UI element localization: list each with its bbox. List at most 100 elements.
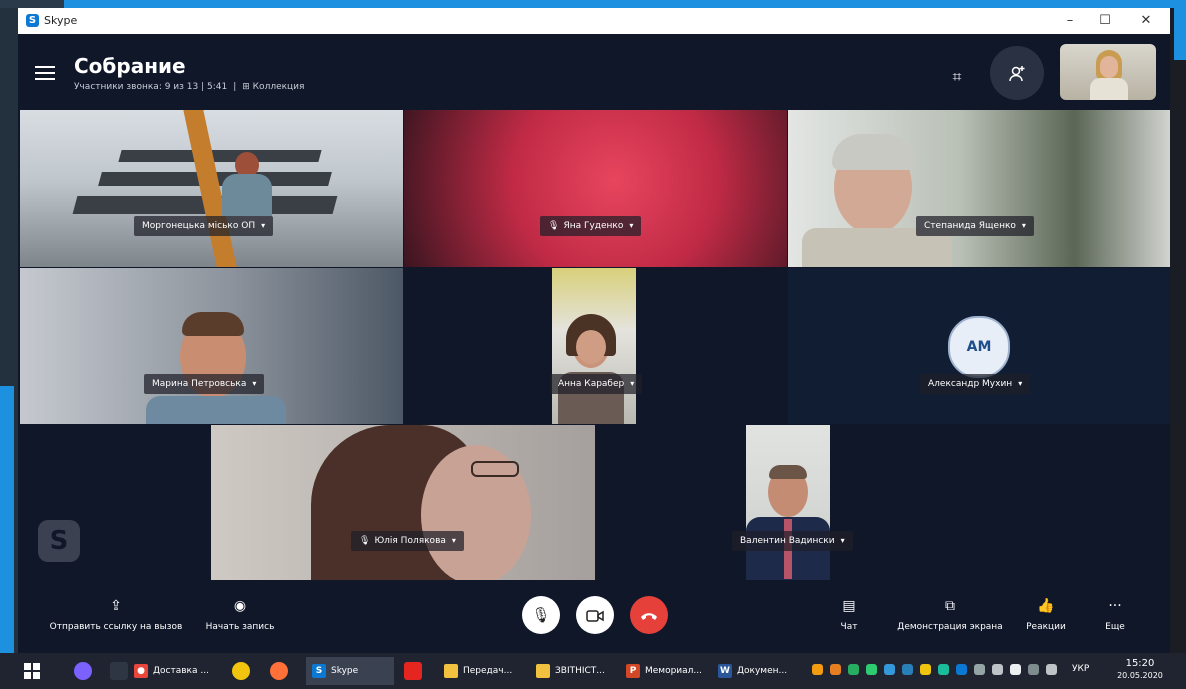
powerpoint-icon: P [626,663,640,678]
browser-icon[interactable] [232,662,250,680]
tray-icon[interactable] [974,664,985,675]
participant-name-label[interactable]: Анна Карабер ▾ [550,374,643,394]
more-button[interactable]: ··· Еще [1098,596,1132,632]
tray-icon[interactable] [848,664,859,675]
avatar: AM [948,316,1010,378]
camera-icon [586,609,604,622]
chevron-down-icon: ▾ [252,379,257,388]
end-call-button[interactable] [630,596,668,634]
subtitle-separator: | [233,82,237,92]
participant-name-label[interactable]: 🎙 Юлія Полякова ▾ [351,531,464,551]
empty-tile: S [20,425,210,580]
tray-icon[interactable] [902,664,913,675]
screen-share-button[interactable]: ⧉ Демонстрация экрана [894,596,1006,632]
chevron-down-icon: ▾ [630,379,635,388]
gallery-icon: ⊞ [242,82,253,92]
record-icon: ◉ [233,598,247,614]
participant-name-label[interactable]: Валентин Вадински ▾ [732,531,853,551]
clock-time: 15:20 [1125,658,1155,669]
task-view-icon[interactable] [110,662,128,680]
firefox-icon[interactable] [270,662,288,680]
tray-icon[interactable] [938,664,949,675]
participant-tile[interactable]: 🎙 Юлія Полякова ▾ [211,425,595,580]
chat-icon: ▤ [842,598,856,614]
gallery-link[interactable]: Коллекция [253,82,305,92]
desktop-right-strip [1170,8,1186,653]
word-icon: W [718,663,732,678]
participant-tile[interactable]: Валентин Вадински ▾ [596,425,980,580]
battery-icon[interactable] [992,664,1003,675]
more-icon: ··· [1108,598,1122,614]
volume-icon[interactable] [1046,664,1057,675]
language-indicator[interactable]: УКР [1072,664,1089,674]
participant-tile[interactable]: Марина Петровська ▾ [20,268,403,424]
chevron-down-icon: ▾ [261,221,266,230]
title-bar: S Skype – ☐ ✕ [18,8,1170,34]
skype-icon: S [312,663,326,678]
taskbar-app-skype[interactable]: S Skype [306,657,394,685]
microphone-icon: 🎙 [531,606,551,624]
desktop-right-window [1174,0,1186,60]
close-button[interactable]: ✕ [1134,11,1158,31]
assistant-icon[interactable] [74,662,92,680]
skype-watermark-icon: S [38,520,80,562]
reactions-button[interactable]: 👍 Реакции [1022,596,1070,632]
self-video-preview[interactable] [1060,44,1156,100]
chat-button[interactable]: ▤ Чат [832,596,866,632]
participant-tile[interactable]: Степанида Ященко ▾ [788,110,1170,267]
tray-icon[interactable] [830,664,841,675]
participant-name-label[interactable]: Марина Петровська ▾ [144,374,265,394]
clock[interactable]: 15:20 20.05.2020 [1112,658,1168,680]
skype-window: S Skype – ☐ ✕ Собрание Участники звонка:… [18,8,1170,653]
call-title: Собрание [74,54,186,78]
wifi-icon[interactable] [1028,664,1039,675]
maximize-button[interactable]: ☐ [1093,11,1117,31]
folder-icon [444,663,458,678]
share-link-button[interactable]: ⇪ Отправить ссылку на вызов [44,596,188,632]
network-icon[interactable] [1010,664,1021,675]
desktop-left-window [0,386,14,653]
add-person-icon [1009,65,1025,81]
muted-mic-icon: 🎙 [359,536,371,546]
tray-icon[interactable] [866,664,877,675]
taskbar-app-folder[interactable]: Передач... [444,657,526,685]
call-participant-count: Участники звонка: 9 из 13 | 5:41 [74,82,228,92]
video-toggle-button[interactable] [576,596,614,634]
taskbar-app-word[interactable]: W Докумен... [718,657,800,685]
desktop-window-edge [64,0,1174,8]
taskbar-app-folder[interactable]: ЗВІТНІСТ... [536,657,616,685]
participant-tile[interactable]: AM Александр Мухин ▾ [788,268,1170,424]
chrome-icon: ● [134,663,148,678]
participant-name-label[interactable]: Моргонецька місько ОП ▾ [134,216,274,236]
minimize-button[interactable]: – [1058,11,1082,31]
tray-icon[interactable] [884,664,895,675]
window-title: Skype [44,14,78,27]
hang-up-icon [641,612,657,620]
windows-start-icon[interactable] [24,663,40,679]
participant-tile[interactable]: Моргонецька місько ОП ▾ [20,110,403,267]
tray-icon[interactable] [920,664,931,675]
taskbar-app-powerpoint[interactable]: P Мемориал... [626,657,708,685]
chevron-down-icon: ▾ [1018,379,1023,388]
taskbar: ● Доставка ... S Skype Передач... ЗВІТНІСТ… [0,653,1186,689]
participant-tile[interactable]: Анна Карабер ▾ [404,268,787,424]
participant-tile[interactable]: 🎙 Яна Гуденко ▾ [404,110,787,267]
hamburger-menu-button[interactable] [35,66,55,80]
share-icon: ⇪ [110,598,122,614]
call-toolbar: ⇪ Отправить ссылку на вызов ◉ Начать зап… [18,580,1170,653]
tray-icon[interactable] [956,664,967,675]
taskbar-app-chrome[interactable]: ● Доставка ... [134,657,218,685]
chevron-down-icon: ▾ [629,221,634,230]
participant-name-label[interactable]: Степанида Ященко ▾ [916,216,1034,236]
tray-icon[interactable] [812,664,823,675]
add-participant-button[interactable] [990,46,1044,100]
thumbs-up-icon: 👍 [1037,598,1055,614]
yandex-icon[interactable] [404,662,422,680]
layout-toggle-icon[interactable]: ⌗ [942,66,972,88]
video-grid: Моргонецька місько ОП ▾ 🎙 Яна Гуденко ▾ Сте… [18,110,1170,580]
participant-name-label[interactable]: Александр Мухин ▾ [920,374,1031,394]
empty-tile [981,425,1170,580]
start-recording-button[interactable]: ◉ Начать запись [198,596,282,632]
participant-name-label[interactable]: 🎙 Яна Гуденко ▾ [540,216,642,236]
mute-button[interactable]: 🎙 [522,596,560,634]
